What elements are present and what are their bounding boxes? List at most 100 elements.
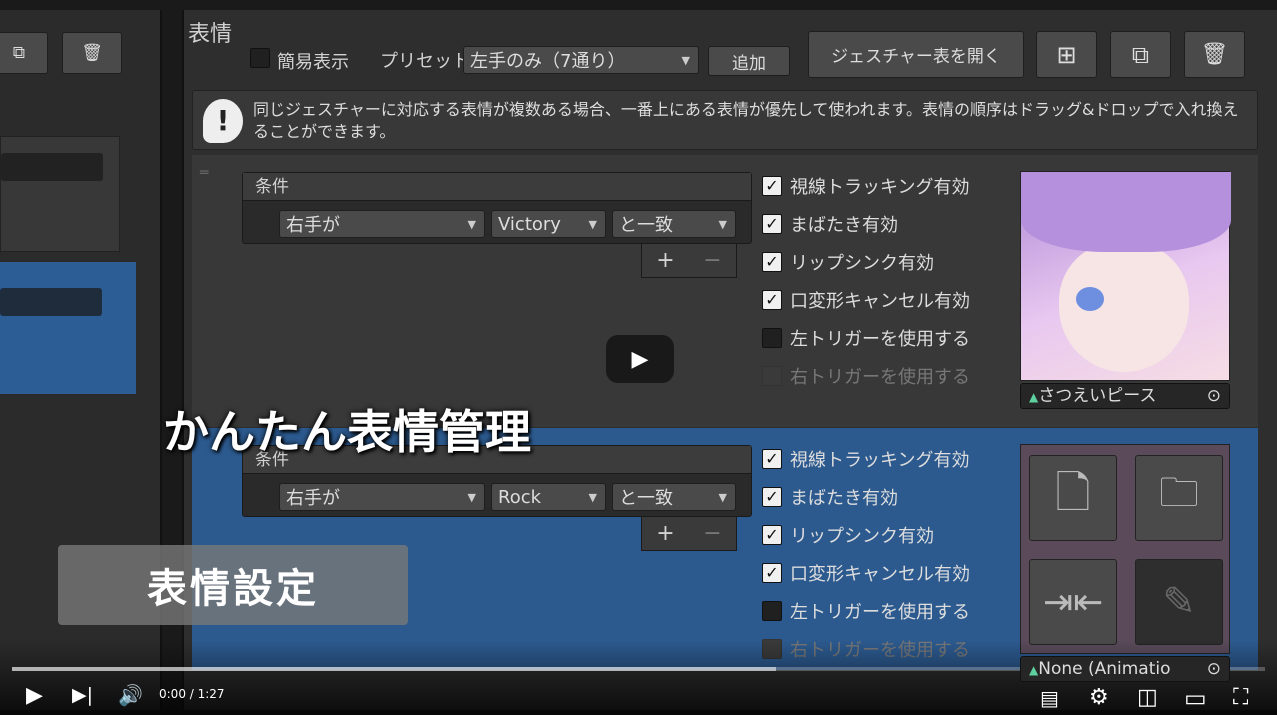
option-checkbox[interactable] [762, 366, 782, 386]
preset-dropdown[interactable]: 左手のみ（7通り） ▼ [463, 46, 699, 74]
play-overlay-button[interactable]: ▶ [606, 335, 674, 383]
plus-button[interactable]: + [656, 521, 674, 546]
info-box: ! 同じジェスチャーに対応する表情が複数ある場合、一番上にある表情が優先して使わ… [192, 90, 1258, 150]
minus-button[interactable]: − [703, 521, 721, 546]
match-dropdown[interactable]: と一致 ▼ [612, 210, 736, 238]
option-item[interactable]: ✓ 視線トラッキング有効 [762, 440, 970, 478]
option-checkbox[interactable]: ✓ [762, 449, 782, 469]
animation-field[interactable]: ▲None (Animatio ⊙ [1020, 656, 1230, 682]
list-item-selected[interactable] [0, 262, 136, 394]
drag-handle-icon[interactable]: ═ [200, 165, 208, 181]
duplicate-button[interactable]: ⧉ [1110, 31, 1171, 78]
option-checkbox[interactable] [762, 601, 782, 621]
option-item[interactable]: ✓ 視線トラッキング有効 [762, 167, 970, 205]
option-label: まばたき有効 [790, 215, 898, 236]
duplicate-button[interactable]: ⧉ [0, 32, 48, 74]
object-picker-icon[interactable]: ⊙ [1207, 384, 1221, 408]
open-gesture-table-button[interactable]: ジェスチャー表を開く [808, 31, 1024, 78]
info-text: 同じジェスチャーに対応する表情が複数ある場合、一番上にある表情が優先して使われま… [253, 100, 1239, 141]
option-item[interactable]: 左トリガーを使用する [762, 592, 970, 630]
settings-button[interactable]: ⚙ [1089, 685, 1109, 710]
option-item[interactable]: ✓ 口変形キャンセル有効 [762, 281, 970, 319]
option-item[interactable]: ✓ リップシンク有効 [762, 243, 970, 281]
name-field[interactable] [1, 153, 103, 181]
option-label: 口変形キャンセル有効 [790, 564, 970, 585]
copy-icon: ⧉ [12, 43, 26, 63]
animation-clip-icon: ▲ [1029, 663, 1039, 677]
delete-button[interactable]: 🗑 [62, 32, 122, 74]
chevron-down-icon: ▼ [588, 217, 597, 231]
subtitles-button[interactable]: ▤ [1040, 686, 1059, 710]
delete-button[interactable]: 🗑 [1184, 31, 1245, 78]
gesture-value: Victory [498, 213, 561, 235]
option-label: 口変形キャンセル有効 [790, 291, 970, 312]
preset-label: プリセット [380, 51, 470, 72]
minus-button[interactable]: − [703, 248, 721, 273]
option-checkbox[interactable]: ✓ [762, 525, 782, 545]
buffered-bar [12, 667, 777, 671]
option-item[interactable]: 右トリガーを使用する [762, 357, 970, 395]
hand-dropdown[interactable]: 右手が ▼ [279, 483, 485, 511]
chevron-down-icon: ▼ [588, 490, 597, 504]
next-button[interactable]: ▶| [72, 684, 93, 706]
name-field[interactable] [0, 288, 102, 316]
theater-icon: ▭ [1184, 684, 1207, 712]
option-item[interactable]: ✓ リップシンク有効 [762, 516, 970, 554]
subtitles-icon: ▤ [1040, 686, 1059, 710]
option-checkbox[interactable]: ✓ [762, 487, 782, 507]
option-label: 左トリガーを使用する [790, 602, 970, 623]
match-value: と一致 [619, 215, 673, 236]
option-item[interactable]: ✓ 口変形キャンセル有効 [762, 554, 970, 592]
option-checkbox[interactable]: ✓ [762, 290, 782, 310]
gesture-value: Rock [498, 486, 542, 508]
fit-button[interactable]: ⇥⇤ [1029, 559, 1117, 645]
simple-view-label: 簡易表示 [277, 52, 349, 73]
trash-icon: 🗑 [81, 43, 103, 63]
option-item[interactable]: ✓ まばたき有効 [762, 205, 970, 243]
option-label: 視線トラッキング有効 [790, 450, 970, 471]
fullscreen-button[interactable]: ⛶ [1233, 685, 1248, 710]
options-list: ✓ 視線トラッキング有効 ✓ まばたき有効 ✓ リップシンク有効 ✓ 口変形キャンセル有効 左ト… [762, 440, 970, 668]
condition-header: 条件 [243, 173, 751, 201]
option-checkbox[interactable]: ✓ [762, 176, 782, 196]
new-file-icon: 🗋 [1055, 467, 1091, 519]
expression-thumbnail [1020, 171, 1231, 381]
simple-view-checkbox[interactable] [250, 48, 270, 68]
option-checkbox[interactable]: ✓ [762, 214, 782, 234]
edit-button[interactable]: ✎ [1135, 559, 1223, 645]
expression-row[interactable]: ═ 条件 右手が ▼ Victory ▼ と一致 ▼ + − ✓ 視線トラッキング有効 ✓ ま… [192, 155, 1258, 427]
option-item[interactable]: ✓ まばたき有効 [762, 478, 970, 516]
theater-mode-button[interactable]: ▭ [1184, 684, 1207, 712]
chevron-down-icon: ▼ [718, 490, 727, 504]
fullscreen-icon: ⛶ [1233, 685, 1249, 710]
list-item[interactable] [0, 136, 120, 252]
option-item[interactable]: 左トリガーを使用する [762, 319, 970, 357]
add-preset-button[interactable]: 追加 [708, 46, 790, 76]
animation-field[interactable]: ▲さつえいピース ⊙ [1020, 383, 1230, 409]
option-checkbox[interactable]: ✓ [762, 563, 782, 583]
play-button[interactable]: ▶ [26, 683, 43, 708]
option-checkbox[interactable]: ✓ [762, 252, 782, 272]
animation-clip-icon: ▲ [1029, 390, 1039, 404]
add-remove-controls: + − [641, 244, 737, 278]
match-value: と一致 [619, 488, 673, 509]
chevron-down-icon: ▼ [681, 53, 690, 67]
gesture-dropdown[interactable]: Victory ▼ [491, 210, 606, 238]
volume-icon: 🔊 [118, 683, 143, 707]
character-eye [1076, 287, 1104, 311]
open-folder-button[interactable]: 🗀 [1135, 455, 1223, 541]
miniplayer-button[interactable]: ◫ [1137, 685, 1158, 710]
panel-title: 表情 [188, 22, 233, 47]
match-dropdown[interactable]: と一致 ▼ [612, 483, 736, 511]
new-animation-button[interactable]: 🗋 [1029, 455, 1117, 541]
volume-button[interactable]: 🔊 [118, 683, 143, 707]
play-icon: ▶ [26, 683, 43, 708]
option-checkbox[interactable] [762, 328, 782, 348]
preset-value: 左手のみ（7通り） [470, 51, 626, 72]
options-list: ✓ 視線トラッキング有効 ✓ まばたき有効 ✓ リップシンク有効 ✓ 口変形キャンセル有効 左ト… [762, 167, 970, 395]
object-picker-icon[interactable]: ⊙ [1207, 657, 1221, 681]
gesture-dropdown[interactable]: Rock ▼ [491, 483, 606, 511]
plus-button[interactable]: + [656, 248, 674, 273]
new-file-button[interactable]: ⊞ [1036, 31, 1097, 78]
hand-dropdown[interactable]: 右手が ▼ [279, 210, 485, 238]
